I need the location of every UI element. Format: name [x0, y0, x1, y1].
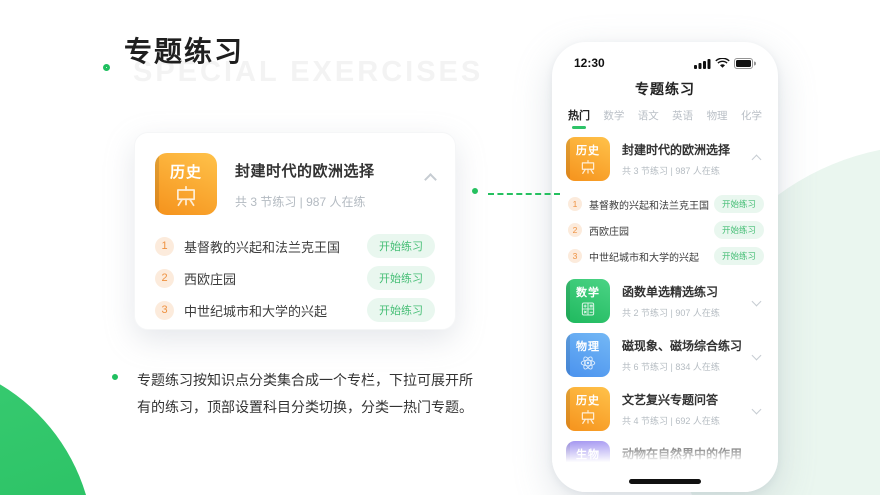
exercise-label: 西欧庄园 — [184, 271, 237, 287]
battery-icon — [734, 57, 756, 69]
section-title: 函数单选精选练习 — [622, 285, 719, 299]
phone-section-history-2[interactable]: 历史 文艺复兴专题问答 共 4 节练习 | 692 人在练 — [566, 387, 764, 431]
exercise-label: 西欧庄园 — [589, 226, 629, 238]
decor-circle-corner — [0, 357, 94, 495]
status-time: 12:30 — [574, 56, 605, 70]
phone-section-history[interactable]: 历史 封建时代的欧洲选择 共 3 节练习 | 987 人在练 — [566, 137, 764, 181]
tab-chinese[interactable]: 语文 — [638, 108, 659, 129]
status-bar: 12:30 — [552, 42, 778, 70]
subject-icon-physics: 物理 — [566, 333, 610, 377]
index-badge: 1 — [568, 197, 582, 211]
exercise-row: 3 中世纪城市和大学的兴起 开始练习 — [568, 243, 764, 269]
start-practice-button[interactable]: 开始练习 — [713, 221, 764, 239]
note-line: 专题练习按知识点分类集合成一个专栏，下拉可展开所 — [137, 372, 473, 388]
cellular-icon — [694, 58, 711, 69]
tab-bar: 热门 数学 语文 英语 物理 化学 — [568, 109, 762, 129]
tab-english[interactable]: 英语 — [672, 108, 693, 129]
tab-math[interactable]: 数学 — [603, 108, 624, 129]
chevron-up-icon[interactable] — [424, 173, 437, 186]
easel-icon — [581, 160, 595, 174]
exercise-label: 中世纪城市和大学的兴起 — [589, 252, 699, 264]
tab-physics[interactable]: 物理 — [707, 108, 728, 129]
section-meta: 共 6 节练习 | 834 人在练 — [622, 362, 720, 372]
start-practice-button[interactable]: 开始练习 — [367, 266, 435, 290]
start-practice-button[interactable]: 开始练习 — [367, 298, 435, 322]
subject-label: 历史 — [576, 395, 600, 407]
subject-label: 数学 — [576, 287, 600, 299]
easel-icon — [177, 185, 195, 207]
section-title: 文艺复兴专题问答 — [622, 393, 719, 407]
title-bullet-icon — [103, 64, 110, 71]
chevron-down-icon[interactable] — [751, 404, 762, 414]
chevron-up-icon[interactable] — [751, 154, 762, 164]
exercise-list: 1 基督教的兴起和法兰克王国 开始练习 2 西欧庄园 开始练习 3 中世纪城市和… — [155, 230, 435, 326]
phone-section-math[interactable]: 数学 函数单选精选练习 共 2 节练习 | 907 人在练 — [566, 279, 764, 323]
section-meta: 共 4 节练习 | 692 人在练 — [622, 416, 720, 426]
chevron-down-icon[interactable] — [751, 350, 762, 360]
card-meta: 共 3 节练习 | 987 人在练 — [235, 195, 366, 209]
feature-card: 历史 封建时代的欧洲选择 共 3 节练习 | 987 人在练 1 基督教的兴起和… — [134, 132, 456, 330]
phone-exercise-list: 1 基督教的兴起和法兰克王国 开始练习 2 西欧庄园 开始练习 3 中世纪城市和… — [568, 191, 764, 269]
section-meta: 共 2 节练习 | 907 人在练 — [622, 308, 720, 318]
tab-hot[interactable]: 热门 — [568, 107, 590, 129]
note-line: 有的练习，顶部设置科目分类切换，分类一热门专题。 — [137, 399, 473, 415]
subject-label: 历史 — [576, 145, 600, 157]
tab-label: 数学 — [603, 110, 625, 122]
page: SPECIAL EXERCISES 专题练习 历史 封建时代的欧洲选择 共 3 … — [0, 0, 880, 495]
chevron-down-icon[interactable] — [751, 296, 762, 306]
subject-label: 物理 — [576, 341, 600, 353]
tab-label: 热门 — [568, 110, 590, 122]
feature-card-header: 历史 封建时代的欧洲选择 共 3 节练习 | 987 人在练 — [155, 153, 437, 215]
subject-label: 历史 — [169, 164, 202, 181]
section-meta: 共 3 节练习 | 987 人在练 — [622, 166, 720, 176]
index-badge: 3 — [155, 300, 174, 320]
wifi-icon — [715, 57, 730, 68]
section-title: 封建时代的欧洲选择 — [622, 143, 731, 157]
atom-icon — [580, 356, 596, 370]
home-indicator-area — [552, 438, 778, 492]
index-badge: 3 — [568, 249, 582, 263]
index-badge: 2 — [155, 268, 174, 288]
phone-section-physics[interactable]: 物理 磁现象、磁场综合练习 共 6 节练习 | 834 人在练 — [566, 333, 764, 377]
tab-label: 英语 — [672, 110, 694, 122]
subject-icon-history: 历史 — [566, 137, 610, 181]
connector-dot-icon — [472, 188, 478, 194]
exercise-label: 基督教的兴起和法兰克王国 — [589, 200, 709, 212]
tab-label: 物理 — [706, 110, 728, 122]
subject-icon-math: 数学 — [566, 279, 610, 323]
note-bullet-icon — [112, 374, 118, 380]
start-practice-button[interactable]: 开始练习 — [713, 195, 764, 213]
tab-chemistry[interactable]: 化学 — [741, 108, 762, 129]
exercise-row: 3 中世纪城市和大学的兴起 开始练习 — [155, 294, 435, 326]
exercise-label: 基督教的兴起和法兰克王国 — [184, 239, 341, 255]
exercise-label: 中世纪城市和大学的兴起 — [184, 303, 328, 319]
start-practice-button[interactable]: 开始练习 — [713, 247, 764, 265]
exercise-row: 1 基督教的兴起和法兰克王国 开始练习 — [155, 230, 435, 262]
exercise-row: 2 西欧庄园 开始练习 — [568, 217, 764, 243]
phone-page-title: 专题练习 — [635, 81, 695, 97]
tab-label: 化学 — [740, 110, 762, 122]
active-tab-underline — [572, 126, 586, 129]
calculator-icon — [581, 302, 595, 316]
phone-mockup: 12:30 专题练习 热门 数学 语文 英语 物理 化学 历史 封建时代的欧洲选… — [552, 42, 778, 492]
subject-icon-history: 历史 — [155, 153, 217, 215]
exercise-row: 1 基督教的兴起和法兰克王国 开始练习 — [568, 191, 764, 217]
card-title: 封建时代的欧洲选择 — [235, 163, 375, 180]
section-title: 磁现象、磁场综合练习 — [622, 339, 743, 353]
subject-icon-history: 历史 — [566, 387, 610, 431]
page-title: 专题练习 — [124, 36, 245, 67]
exercise-row: 2 西欧庄园 开始练习 — [155, 262, 435, 294]
index-badge: 2 — [568, 223, 582, 237]
connector-dashed-line — [488, 193, 560, 195]
description-note: 专题练习按知识点分类集合成一个专栏，下拉可展开所 有的练习，顶部设置科目分类切换… — [137, 367, 497, 421]
tab-label: 语文 — [637, 110, 659, 122]
easel-icon — [581, 410, 595, 424]
home-indicator[interactable] — [629, 479, 701, 484]
index-badge: 1 — [155, 236, 174, 256]
start-practice-button[interactable]: 开始练习 — [367, 234, 435, 258]
